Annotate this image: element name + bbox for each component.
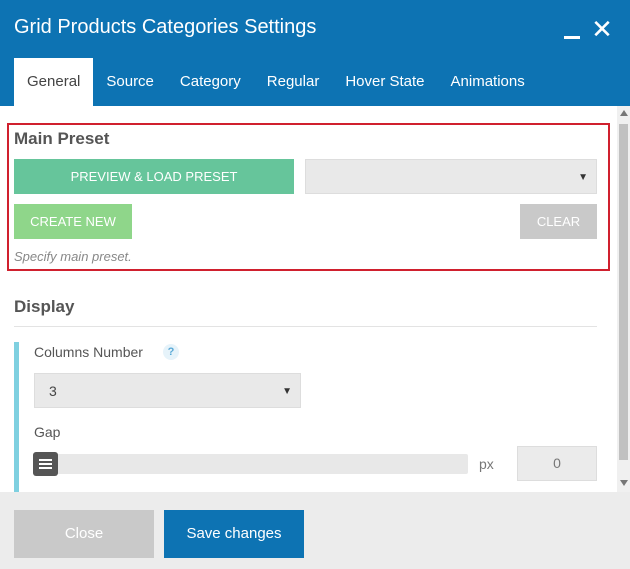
preview-load-preset-button[interactable]: PREVIEW & LOAD PRESET xyxy=(14,159,294,194)
tab-source[interactable]: Source xyxy=(93,58,167,106)
gap-input[interactable]: 0 xyxy=(517,446,597,481)
columns-number-label: Columns Number xyxy=(34,344,143,360)
minimize-icon[interactable] xyxy=(560,14,586,44)
preset-select[interactable]: ▼ xyxy=(305,159,597,194)
gap-label: Gap xyxy=(34,424,61,440)
scroll-down-arrow-icon[interactable] xyxy=(620,480,628,486)
gap-slider-track[interactable] xyxy=(34,454,468,474)
scroll-up-arrow-icon[interactable] xyxy=(620,110,628,116)
scroll-thumb[interactable] xyxy=(619,124,628,460)
scrollbar[interactable] xyxy=(617,106,630,492)
display-accent-bar xyxy=(14,342,19,492)
settings-panel: Main Preset PREVIEW & LOAD PRESET ▼ CREA… xyxy=(0,106,630,492)
clear-preset-button[interactable]: CLEAR xyxy=(520,204,597,239)
gap-slider-handle[interactable] xyxy=(33,452,58,476)
dialog-header: Grid Products Categories Settings ✕ Gene… xyxy=(0,0,630,106)
save-changes-button[interactable]: Save changes xyxy=(164,510,304,558)
columns-number-select[interactable]: 3 ▼ xyxy=(34,373,301,408)
dropdown-arrow-icon: ▼ xyxy=(578,172,588,183)
create-new-preset-button[interactable]: CREATE NEW xyxy=(14,204,132,239)
tab-category[interactable]: Category xyxy=(167,58,254,106)
dialog-footer: Close Save changes xyxy=(0,492,630,569)
close-icon[interactable]: ✕ xyxy=(589,14,615,44)
dialog-title: Grid Products Categories Settings xyxy=(14,16,317,38)
display-section-title: Display xyxy=(14,297,75,316)
help-icon[interactable]: ? xyxy=(163,344,179,360)
tab-animations[interactable]: Animations xyxy=(438,58,538,106)
main-preset-title: Main Preset xyxy=(14,129,110,148)
tab-regular[interactable]: Regular xyxy=(254,58,333,106)
columns-number-value: 3 xyxy=(49,383,57,399)
dropdown-arrow-icon: ▼ xyxy=(282,386,292,397)
section-divider xyxy=(14,326,597,327)
gap-unit: px xyxy=(479,456,494,472)
tab-bar: General Source Category Regular Hover St… xyxy=(14,58,538,106)
tab-hover-state[interactable]: Hover State xyxy=(332,58,437,106)
close-button[interactable]: Close xyxy=(14,510,154,558)
tab-general[interactable]: General xyxy=(14,58,94,106)
preset-hint: Specify main preset. xyxy=(14,249,132,264)
